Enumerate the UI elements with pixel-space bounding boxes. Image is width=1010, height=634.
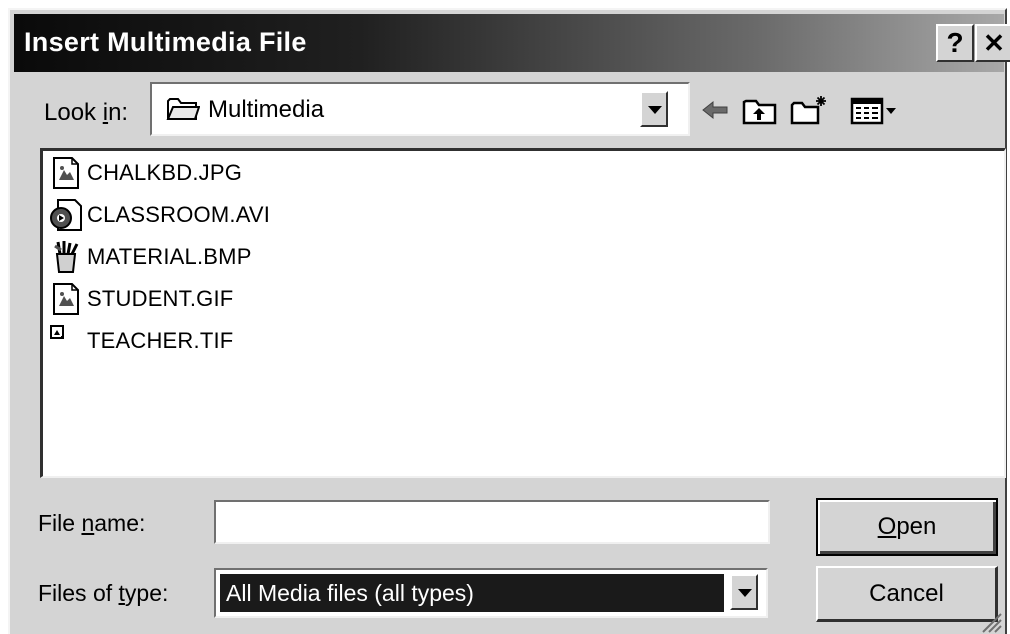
open-button-label: Open xyxy=(877,513,937,540)
back-arrow-icon[interactable] xyxy=(700,94,730,126)
paint-bmp-icon xyxy=(54,241,79,273)
view-menu-icon[interactable] xyxy=(850,94,898,126)
dialog-title: Insert Multimedia File xyxy=(24,27,307,57)
jpg-image-icon xyxy=(53,157,79,189)
files-of-type-label: Files of type: xyxy=(38,580,169,606)
look-in-dropdown[interactable]: Multimedia xyxy=(150,82,690,136)
file-name-label: CHALKBD.JPG xyxy=(87,160,243,185)
new-folder-icon[interactable] xyxy=(790,94,830,126)
help-button[interactable]: ? xyxy=(936,24,974,62)
folder-icon xyxy=(166,98,200,120)
file-name-label: TEACHER.TIF xyxy=(87,328,234,353)
file-item-student[interactable]: STUDENT.GIF xyxy=(49,281,233,317)
file-item-teacher[interactable]: TEACHER.TIF xyxy=(49,323,233,359)
video-file-icon xyxy=(50,199,82,231)
cancel-button[interactable]: Cancel xyxy=(816,566,998,622)
file-name-label: CLASSROOM.AVI xyxy=(87,202,271,227)
title-bar[interactable]: Insert Multimedia File ? ✕ xyxy=(14,14,1010,72)
close-icon: ✕ xyxy=(983,28,1005,58)
file-item-classroom[interactable]: CLASSROOM.AVI xyxy=(49,197,270,233)
file-name-input[interactable] xyxy=(214,500,770,544)
file-item-chalkbd[interactable]: CHALKBD.JPG xyxy=(49,155,242,191)
look-in-dropdown-arrow[interactable] xyxy=(640,91,668,127)
tif-image-icon xyxy=(50,325,64,339)
help-icon: ? xyxy=(946,27,964,58)
up-folder-icon[interactable] xyxy=(742,94,778,126)
files-of-type-dropdown[interactable]: All Media files (all types) xyxy=(214,568,768,618)
file-list[interactable]: CHALKBD.JPG CLASSROOM.AVI MATERIAL.BMP S… xyxy=(40,148,1006,478)
file-name-label-text: File name: xyxy=(38,510,146,536)
files-of-type-dropdown-arrow[interactable] xyxy=(730,574,758,610)
look-in-label: Look in: xyxy=(44,99,129,126)
file-name-label: MATERIAL.BMP xyxy=(87,244,252,269)
file-item-material[interactable]: MATERIAL.BMP xyxy=(49,239,252,275)
file-name-label: STUDENT.GIF xyxy=(87,286,234,311)
cancel-button-label: Cancel xyxy=(869,579,944,607)
insert-multimedia-dialog: Insert Multimedia File ? ✕ Look in: Mult… xyxy=(8,8,1010,634)
gif-image-icon xyxy=(53,283,79,315)
files-of-type-value: All Media files (all types) xyxy=(220,574,724,612)
look-in-value: Multimedia xyxy=(208,96,325,123)
close-button[interactable]: ✕ xyxy=(975,24,1010,62)
resize-grip-icon[interactable] xyxy=(979,610,1003,634)
open-button[interactable]: Open xyxy=(816,498,998,556)
